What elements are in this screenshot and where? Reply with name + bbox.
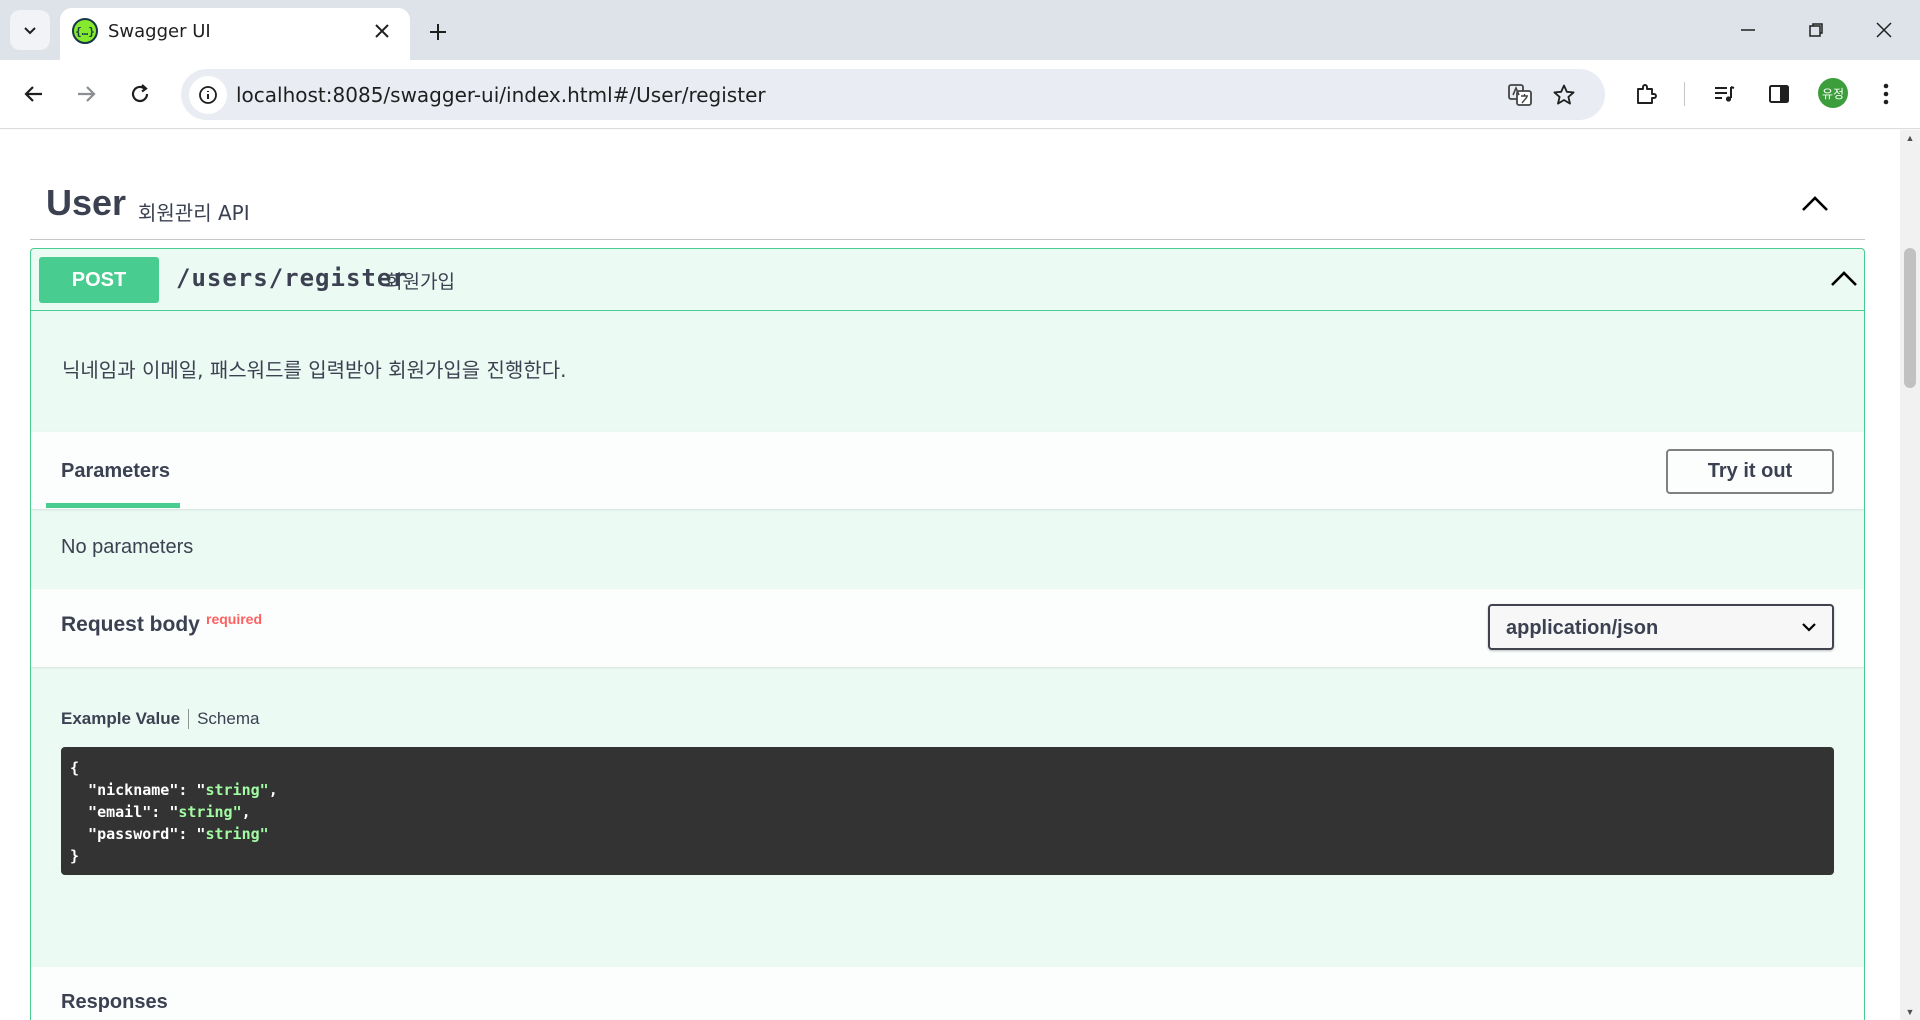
code-value: string xyxy=(205,781,260,799)
kebab-menu-icon[interactable] xyxy=(1866,74,1906,114)
url-text[interactable]: localhost:8085/swagger-ui/index.html#/Us… xyxy=(236,83,766,107)
code-value: string xyxy=(178,803,233,821)
reload-button[interactable] xyxy=(118,72,162,116)
reload-icon xyxy=(131,84,149,103)
address-bar[interactable]: localhost:8085/swagger-ui/index.html#/Us… xyxy=(181,69,1605,120)
http-method-badge: POST xyxy=(39,257,159,303)
tab-strip: {…} Swagger UI xyxy=(0,0,1920,60)
code-key: password xyxy=(97,825,170,843)
chevron-down-icon xyxy=(24,27,36,35)
page-scrollbar[interactable]: ▲ ▼ xyxy=(1900,130,1920,1020)
operation-summary[interactable]: POST /users/register 회원가입 xyxy=(31,249,1864,311)
example-json-codeblock[interactable]: { "nickname": "string", "email": "string… xyxy=(61,747,1834,875)
operation-summary-text: 회원가입 xyxy=(385,271,455,293)
scrollbar-thumb[interactable] xyxy=(1904,248,1916,388)
tag-description: 회원관리 API xyxy=(138,201,250,225)
plus-icon xyxy=(430,24,446,40)
try-it-out-button[interactable]: Try it out xyxy=(1666,449,1834,494)
back-button[interactable] xyxy=(12,72,56,116)
tab-example-value[interactable]: Example Value xyxy=(61,709,190,729)
swagger-favicon-icon: {…} xyxy=(72,18,98,44)
responses-title: Responses xyxy=(61,991,168,1013)
close-tab-icon[interactable] xyxy=(368,17,396,45)
collapse-operation-chevron-up-icon[interactable] xyxy=(1826,261,1862,297)
arrow-left-icon xyxy=(24,86,42,102)
content-type-value: application/json xyxy=(1506,617,1659,639)
extensions-puzzle-icon[interactable] xyxy=(1626,74,1666,114)
tag-section-header[interactable]: User 회원관리 API xyxy=(30,160,1865,240)
no-parameters-text: No parameters xyxy=(61,536,194,558)
tab-title: Swagger UI xyxy=(108,21,211,42)
required-label: required xyxy=(206,611,263,627)
collapse-tag-chevron-up-icon[interactable] xyxy=(1797,186,1833,222)
tab-parameters[interactable]: Parameters xyxy=(61,460,170,483)
new-tab-button[interactable] xyxy=(420,14,456,50)
bookmark-star-icon[interactable] xyxy=(1547,78,1581,112)
code-key: nickname xyxy=(97,781,170,799)
toolbar-separator xyxy=(1684,82,1685,106)
forward-button[interactable] xyxy=(64,72,108,116)
code-key: email xyxy=(97,803,143,821)
request-body-title: Request body xyxy=(61,613,200,636)
code-close-brace: } xyxy=(70,847,80,865)
code-open-brace: { xyxy=(70,759,80,777)
media-queue-icon[interactable] xyxy=(1704,74,1744,114)
minimize-icon xyxy=(1741,29,1755,31)
arrow-right-icon xyxy=(78,86,96,102)
scroll-up-arrow-icon[interactable]: ▲ xyxy=(1900,130,1920,146)
browser-tab[interactable]: {…} Swagger UI xyxy=(60,8,410,60)
site-info-icon[interactable] xyxy=(189,76,227,114)
translate-icon[interactable] xyxy=(1503,78,1537,112)
restore-button[interactable] xyxy=(1792,10,1840,50)
example-tabs: Example Value Schema xyxy=(61,709,259,729)
operation-block-post: POST /users/register 회원가입 닉네임과 이메일, 패스워드… xyxy=(30,248,1865,1020)
close-icon xyxy=(1876,22,1892,38)
chevron-down-icon xyxy=(1800,618,1818,636)
responses-header: Responses xyxy=(31,967,1864,1020)
code-value: string xyxy=(205,825,260,843)
active-tab-indicator xyxy=(46,503,180,508)
tab-schema[interactable]: Schema xyxy=(189,709,259,729)
restore-icon xyxy=(1809,23,1823,37)
parameters-header: Parameters Try it out xyxy=(31,432,1864,509)
browser-toolbar: localhost:8085/swagger-ui/index.html#/Us… xyxy=(0,60,1920,129)
operation-path[interactable]: /users/register xyxy=(176,264,408,292)
request-body-header: Request body required application/json xyxy=(31,589,1864,667)
tab-search-button[interactable] xyxy=(10,10,50,50)
content-type-select[interactable]: application/json xyxy=(1488,604,1834,650)
scroll-down-arrow-icon[interactable]: ▼ xyxy=(1900,1004,1920,1020)
close-window-button[interactable] xyxy=(1860,10,1908,50)
swagger-page: User 회원관리 API POST /users/register 회원가입 … xyxy=(0,130,1900,1020)
profile-avatar[interactable]: 유정 xyxy=(1818,78,1848,108)
tag-name[interactable]: User xyxy=(46,182,126,224)
minimize-button[interactable] xyxy=(1724,10,1772,50)
side-panel-icon[interactable] xyxy=(1759,74,1799,114)
operation-description: 닉네임과 이메일, 패스워드를 입력받아 회원가입을 진행한다. xyxy=(62,358,567,382)
